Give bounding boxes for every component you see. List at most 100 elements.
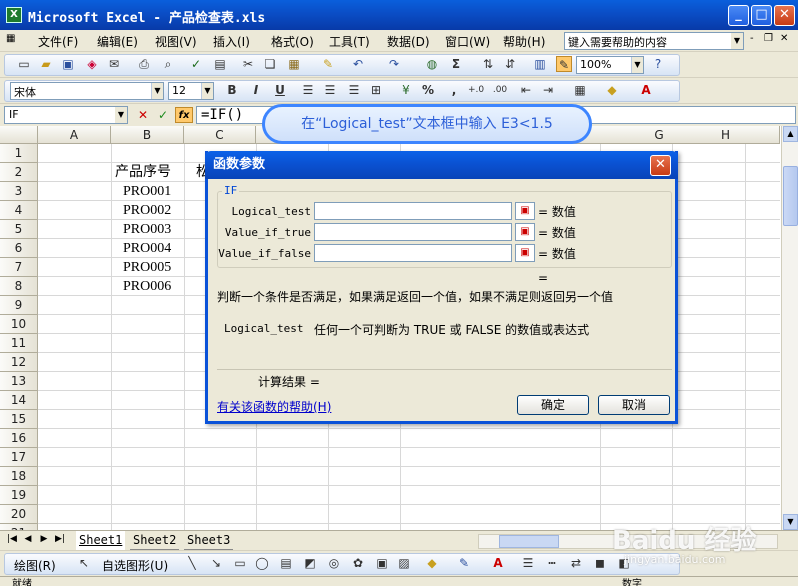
copy-icon[interactable]: ❏ xyxy=(262,56,278,72)
email-icon[interactable]: ✉ xyxy=(106,56,122,72)
menu-file[interactable]: 文件(F) xyxy=(38,33,78,50)
row-header-16[interactable]: 16 xyxy=(0,429,38,448)
cell-b3[interactable]: PRO001 xyxy=(123,182,171,201)
draw-menu-button[interactable]: 绘图(R) xyxy=(14,557,56,574)
chevron-down-icon[interactable]: ▼ xyxy=(631,57,643,73)
prev-sheet-icon[interactable]: ◀ xyxy=(22,534,34,544)
select-all-corner[interactable] xyxy=(0,126,38,144)
vertical-scroll-thumb[interactable] xyxy=(783,166,798,226)
last-sheet-icon[interactable]: ▶| xyxy=(54,534,66,544)
increase-decimal-icon[interactable]: +.0 xyxy=(468,82,484,98)
row-header-5[interactable]: 5 xyxy=(0,220,38,239)
ok-button[interactable]: 确定 xyxy=(517,395,589,415)
format-painter-icon[interactable]: ✎ xyxy=(320,56,336,72)
sheet-tab-sheet2[interactable]: Sheet2 xyxy=(130,531,180,550)
align-center-icon[interactable]: ☰ xyxy=(322,82,338,98)
picture-icon[interactable]: ▣ xyxy=(374,555,390,571)
chevron-down-icon[interactable]: ▼ xyxy=(731,33,743,49)
drawing-toggle-icon[interactable]: ✎ xyxy=(556,56,572,72)
row-header-11[interactable]: 11 xyxy=(0,334,38,353)
sort-ascending-icon[interactable]: ⇅ xyxy=(480,56,496,72)
insert-function-button[interactable]: fx xyxy=(175,107,193,123)
autoshapes-button[interactable]: 自选图形(U) xyxy=(102,557,168,574)
comma-button[interactable]: , xyxy=(446,82,462,98)
scroll-down-icon[interactable]: ▼ xyxy=(783,514,798,530)
cancel-button[interactable]: 取消 xyxy=(598,395,670,415)
collapse-dialog-icon[interactable]: ▣ xyxy=(515,244,535,262)
collapse-dialog-icon[interactable]: ▣ xyxy=(515,223,535,241)
doc-close-icon[interactable]: ✕ xyxy=(780,33,788,44)
draw-font-color-icon[interactable]: A xyxy=(490,555,506,571)
oval-icon[interactable]: ◯ xyxy=(254,555,270,571)
menu-window[interactable]: 窗口(W) xyxy=(445,33,490,50)
increase-indent-icon[interactable]: ⇥ xyxy=(540,82,556,98)
autosum-icon[interactable]: Σ xyxy=(448,56,464,72)
open-icon[interactable]: ▰ xyxy=(38,56,54,72)
currency-icon[interactable]: ¥ xyxy=(398,82,414,98)
row-header-10[interactable]: 10 xyxy=(0,315,38,334)
cell-b6[interactable]: PRO004 xyxy=(123,239,171,258)
row-header-2[interactable]: 2 xyxy=(0,163,38,182)
sheet-tab-sheet3[interactable]: Sheet3 xyxy=(184,531,234,550)
permission-icon[interactable]: ◈ xyxy=(84,56,100,72)
3d-icon[interactable]: ◧ xyxy=(616,555,632,571)
cell-b8[interactable]: PRO006 xyxy=(123,277,171,296)
font-color-icon[interactable]: A xyxy=(638,82,654,98)
zoom-select[interactable]: 100% ▼ xyxy=(576,56,644,74)
help-icon[interactable]: ? xyxy=(650,56,666,72)
line-icon[interactable]: ╲ xyxy=(184,555,200,571)
formula-enter-button[interactable]: ✓ xyxy=(154,107,172,123)
maximize-button[interactable]: □ xyxy=(751,5,772,26)
chevron-down-icon[interactable]: ▼ xyxy=(201,83,213,99)
row-header-13[interactable]: 13 xyxy=(0,372,38,391)
first-sheet-icon[interactable]: |◀ xyxy=(6,534,18,544)
text-box-icon[interactable]: ▤ xyxy=(278,555,294,571)
cell-b2[interactable]: 产品序号 xyxy=(115,163,171,182)
rectangle-icon[interactable]: ▭ xyxy=(232,555,248,571)
minimize-button[interactable]: _ xyxy=(728,5,749,26)
close-button[interactable]: ✕ xyxy=(774,5,795,26)
menu-tools[interactable]: 工具(T) xyxy=(329,33,370,50)
value-if-true-input[interactable] xyxy=(314,223,512,241)
workbook-icon[interactable]: ▦ xyxy=(6,33,15,44)
percent-button[interactable]: % xyxy=(420,82,436,98)
decrease-decimal-icon[interactable]: .00 xyxy=(492,82,508,98)
chevron-down-icon[interactable]: ▼ xyxy=(151,83,163,99)
arrow-icon[interactable]: ↘ xyxy=(208,555,224,571)
redo-icon[interactable]: ↷ xyxy=(386,56,402,72)
dialog-close-button[interactable]: ✕ xyxy=(650,155,671,176)
shadow-icon[interactable]: ◼ xyxy=(592,555,608,571)
research-icon[interactable]: ▤ xyxy=(212,56,228,72)
row-header-7[interactable]: 7 xyxy=(0,258,38,277)
fill-color-icon[interactable]: ◆ xyxy=(604,82,620,98)
underline-button[interactable]: U xyxy=(272,82,288,98)
doc-minimize-icon[interactable]: - xyxy=(750,33,754,44)
function-help-link[interactable]: 有关该函数的帮助(H) xyxy=(217,398,331,415)
sort-descending-icon[interactable]: ⇵ xyxy=(502,56,518,72)
cut-icon[interactable]: ✂ xyxy=(240,56,256,72)
row-header-12[interactable]: 12 xyxy=(0,353,38,372)
column-header-c[interactable]: C xyxy=(184,126,256,144)
dash-style-icon[interactable]: ┅ xyxy=(544,555,560,571)
menu-help[interactable]: 帮助(H) xyxy=(503,33,545,50)
logical-test-input[interactable] xyxy=(314,202,512,220)
menu-insert[interactable]: 插入(I) xyxy=(213,33,250,50)
row-header-9[interactable]: 9 xyxy=(0,296,38,315)
menu-format[interactable]: 格式(O) xyxy=(271,33,314,50)
select-objects-icon[interactable]: ↖ xyxy=(76,555,92,571)
help-search-box[interactable]: 键入需要帮助的内容 ▼ xyxy=(564,32,744,50)
vertical-scrollbar[interactable]: ▲ ▼ xyxy=(781,126,798,530)
row-header-14[interactable]: 14 xyxy=(0,391,38,410)
row-header-17[interactable]: 17 xyxy=(0,448,38,467)
menu-view[interactable]: 视图(V) xyxy=(155,33,197,50)
chevron-down-icon[interactable]: ▼ xyxy=(115,107,127,123)
scroll-up-icon[interactable]: ▲ xyxy=(783,126,798,142)
sheet-tab-sheet1[interactable]: Sheet1 xyxy=(76,531,126,550)
cell-b4[interactable]: PRO002 xyxy=(123,201,171,220)
arrow-style-icon[interactable]: ⇄ xyxy=(568,555,584,571)
name-box[interactable]: IF ▼ xyxy=(4,106,128,124)
wordart-icon[interactable]: ◩ xyxy=(302,555,318,571)
italic-button[interactable]: I xyxy=(248,82,264,98)
row-header-18[interactable]: 18 xyxy=(0,467,38,486)
cell-b5[interactable]: PRO003 xyxy=(123,220,171,239)
